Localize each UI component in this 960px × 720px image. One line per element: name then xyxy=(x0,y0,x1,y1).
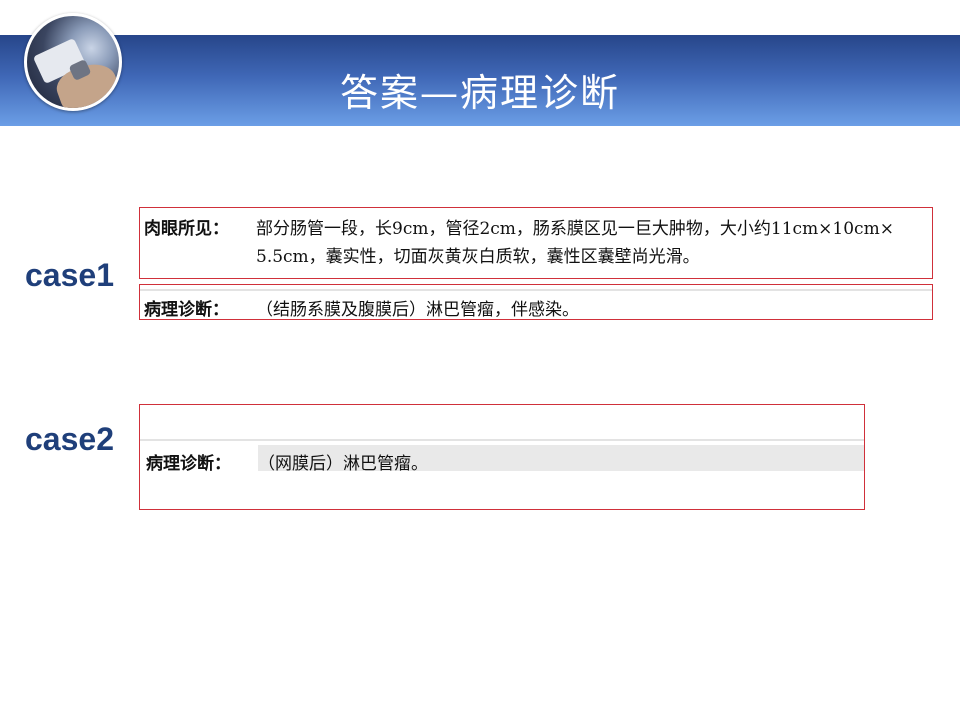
case2-diagnosis-key: 病理诊断： xyxy=(146,454,231,474)
case2-diagnosis-value: （网膜后）淋巴管瘤。 xyxy=(258,454,428,474)
page-title: 答案—病理诊断 xyxy=(339,71,620,115)
case1-label: case1 xyxy=(25,257,114,293)
gross-key: 肉眼所见： xyxy=(144,219,229,239)
divider xyxy=(140,289,932,291)
case1-diagnosis-box: 病理诊断： （结肠系膜及腹膜后）淋巴管瘤，伴感染。 xyxy=(139,284,933,320)
case1-diagnosis-key: 病理诊断： xyxy=(144,300,229,320)
case1-gross-box: 肉眼所见： 部分肠管一段，长9cm，管径2cm，肠系膜区见一巨大肿物，大小约11… xyxy=(139,207,933,279)
case1-diagnosis-value: （结肠系膜及腹膜后）淋巴管瘤，伴感染。 xyxy=(256,300,579,320)
gross-line2: 5.5cm，囊实性，切面灰黄灰白质软，囊性区囊壁尚光滑。 xyxy=(256,247,700,267)
divider xyxy=(140,439,864,441)
gross-line1: 部分肠管一段，长9cm，管径2cm，肠系膜区见一巨大肿物，大小约11cm×10c… xyxy=(256,219,894,239)
case2-diagnosis-box: 病理诊断： （网膜后）淋巴管瘤。 xyxy=(139,404,865,510)
case2-label: case2 xyxy=(25,421,114,457)
